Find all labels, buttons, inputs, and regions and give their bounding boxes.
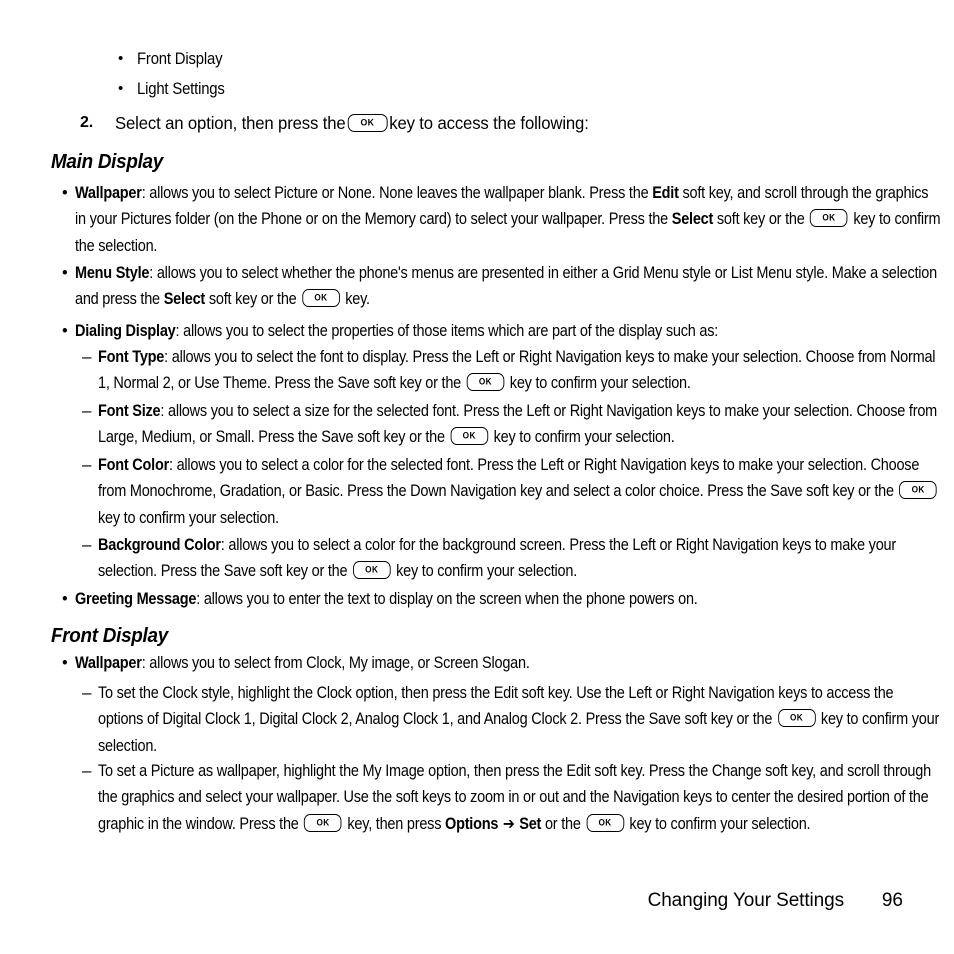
dash-marker-icon: – <box>82 535 92 554</box>
emphasis-text: Set <box>519 814 542 833</box>
ok-key-label: OK <box>478 376 492 387</box>
ok-key-icon: OK <box>347 114 388 132</box>
list-item: • Light Settings <box>0 74 954 104</box>
bullet-item: • Wallpaper: allows you to select Picture… <box>62 180 942 259</box>
dash-marker-icon: – <box>82 347 92 366</box>
bullet-text: Wallpaper: allows you to select from Clo… <box>75 654 530 672</box>
dash-marker-icon: – <box>82 401 92 420</box>
footer-page-number: 96 <box>881 890 903 911</box>
bullet-text: Menu Style: allows you to select whether… <box>75 264 937 309</box>
ok-key-icon: OK <box>450 427 489 446</box>
ok-key-label: OK <box>790 712 804 723</box>
ok-key-label: OK <box>314 292 328 303</box>
footer-section-title: Changing Your Settings <box>647 890 845 911</box>
ok-key-icon: OK <box>302 289 340 308</box>
ok-key-label: OK <box>911 484 925 495</box>
right-arrow-icon: ➔ <box>499 815 519 833</box>
ok-key-icon: OK <box>352 561 391 580</box>
emphasis-text: Edit <box>652 184 679 202</box>
bullet-marker-icon: • <box>62 322 68 340</box>
bullet-term: Dialing Display <box>75 322 176 340</box>
dash-marker-icon: – <box>82 761 92 780</box>
bullet-term: Background Color <box>98 536 221 554</box>
list-item-label: Light Settings <box>137 80 225 98</box>
bullet-item: • Dialing Display: allows you to select t… <box>62 318 942 344</box>
bullet-marker-icon: • <box>118 50 124 67</box>
bullet-item: • Wallpaper: allows you to select from Cl… <box>62 650 942 676</box>
step-text: Select an option, then press the OK key to… <box>115 109 589 137</box>
ok-key-label: OK <box>822 212 836 223</box>
bullet-marker-icon: • <box>62 590 68 608</box>
ok-key-label: OK <box>462 430 476 441</box>
numbered-step: 2. Select an option, then press the OK key… <box>0 109 954 137</box>
ok-key-label: OK <box>598 817 612 828</box>
bullet-marker-icon: • <box>62 654 68 672</box>
bullet-text: Greeting Message: allows you to enter th… <box>75 590 698 608</box>
step-number: 2. <box>80 114 94 131</box>
section-heading-front-display: Front Display <box>51 624 168 647</box>
bullet-marker-icon: • <box>118 80 124 97</box>
manual-page: • Front Display • Light Settings 2. Sele… <box>0 0 954 954</box>
bullet-text: Wallpaper: allows you to select Picture … <box>75 184 941 255</box>
bullet-text: Dialing Display: allows you to select th… <box>75 322 719 340</box>
ok-key-icon: OK <box>586 813 624 832</box>
ok-key-label: OK <box>365 564 379 575</box>
ok-key-icon: OK <box>777 709 816 728</box>
bullet-term: Font Type <box>98 348 165 366</box>
bullet-text: Background Color: allows you to select a… <box>98 536 896 581</box>
bullet-item: • Greeting Message: allows you to enter t… <box>62 586 942 612</box>
bullet-term: Menu Style <box>75 264 150 282</box>
sub-bullet-item: – Font Size: allows you to select a size … <box>82 398 942 451</box>
sub-bullet-item: – To set the Clock style, highlight the C… <box>82 680 942 759</box>
emphasis-text: Select <box>163 290 206 309</box>
bullet-text: Font Size: allows you to select a size f… <box>98 402 938 447</box>
bullet-term: Greeting Message <box>75 590 197 608</box>
sub-bullet-item: – Background Color: allows you to select … <box>82 532 942 585</box>
bullet-marker-icon: • <box>62 264 68 282</box>
step-text-before: Select an option, then press the <box>115 113 346 133</box>
sub-bullet-item: – To set a Picture as wallpaper, highligh… <box>82 758 942 838</box>
ok-key-icon: OK <box>304 813 342 832</box>
bullet-item: • Menu Style: allows you to select whethe… <box>62 260 942 313</box>
ok-key-label: OK <box>316 817 330 828</box>
bullet-term: Font Size <box>98 402 161 420</box>
bullet-marker-icon: • <box>62 184 68 202</box>
ok-key-icon: OK <box>899 481 937 500</box>
sub-bullet-item: – Font Color: allows you to select a colo… <box>82 452 942 531</box>
step-text-after: key to access the following: <box>389 113 589 133</box>
page-footer: Changing Your Settings 96 <box>0 886 954 916</box>
bullet-term: Wallpaper <box>75 654 142 672</box>
bullet-text: Font Type: allows you to select the font… <box>98 348 936 393</box>
bullet-text: To set the Clock style, highlight the Cl… <box>98 684 940 755</box>
bullet-term: Wallpaper <box>75 184 142 202</box>
section-heading-main-display: Main Display <box>51 150 163 173</box>
ok-key-icon: OK <box>810 209 848 228</box>
dash-marker-icon: – <box>82 683 92 702</box>
bullet-text: To set a Picture as wallpaper, highlight… <box>98 762 931 833</box>
dash-marker-icon: – <box>82 455 92 474</box>
emphasis-text: Select <box>671 210 714 229</box>
list-item-label: Front Display <box>137 50 223 68</box>
emphasis-text: Options <box>445 814 499 833</box>
ok-key-icon: OK <box>466 373 505 392</box>
sub-bullet-item: – Font Type: allows you to select the fon… <box>82 344 942 397</box>
bullet-term: Font Color <box>98 456 169 474</box>
bullet-text: Font Color: allows you to select a color… <box>98 452 942 531</box>
intro-list: • Front Display • Light Settings 2. Sele… <box>0 44 954 137</box>
list-item: • Front Display <box>0 44 954 74</box>
